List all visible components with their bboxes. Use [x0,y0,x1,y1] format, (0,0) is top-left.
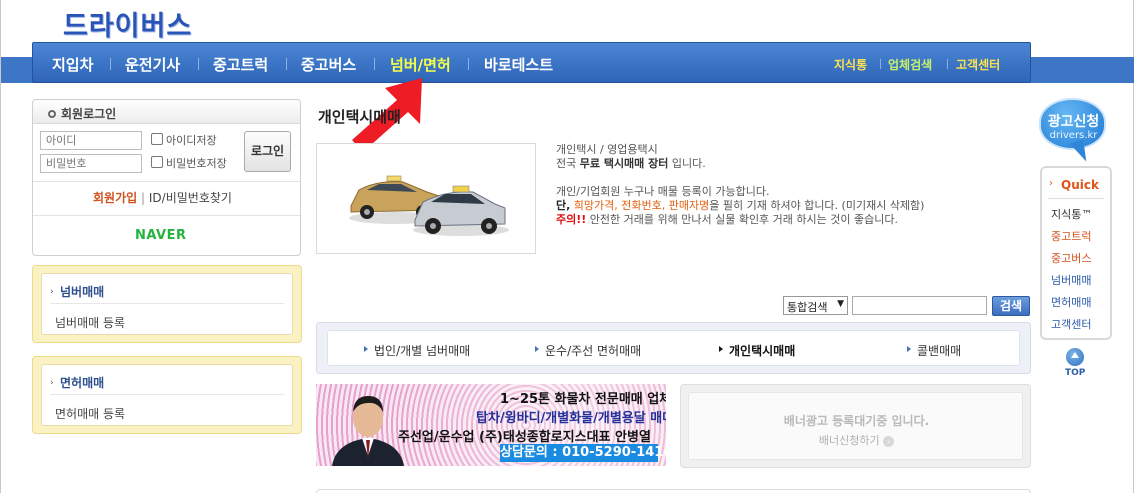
quick-item-knowledge[interactable]: 지식통™ [1051,206,1092,222]
search-input[interactable] [852,296,987,315]
chevron-right-icon: › [883,436,895,447]
nav-divider [286,58,287,70]
taxi-cars-icon [349,175,509,236]
tab-number-trade[interactable]: 법인/개별 넘버매매 [364,342,470,359]
license-trade-title[interactable]: 면허매매 [60,374,104,391]
quick-item-license[interactable]: 면허매매 [1051,294,1091,310]
nav-divider [198,58,199,70]
banner-line-1: 1~25톤 화물차 전문매매 업체 [500,392,666,407]
quick-item-used-truck[interactable]: 중고트럭 [1051,228,1091,244]
advert-banner[interactable]: 1~25톤 화물차 전문매매 업체 탑차/윙바디/개별화물/개별용달 매매 주선… [316,384,666,466]
nav-divider [110,58,111,70]
nav-divider [947,59,948,69]
divider [33,181,300,182]
join-link[interactable]: 회원가입 [93,191,137,205]
number-trade-box: › 넘버매매 넘버매매 등록 [32,265,302,343]
ad-placeholder-box: 배너광고 등록대기중 입니다. 배너신청하기 › [680,384,1031,468]
triangle-bullet-icon [719,346,723,352]
scroll-top-icon[interactable] [1066,348,1084,366]
quick-item-number[interactable]: 넘버매매 [1051,272,1091,288]
ad-waiting-text: 배너광고 등록대기중 입니다. [783,414,930,428]
search-type-select[interactable]: 통합검색 ▼ [783,296,848,315]
nav-right-customer-center[interactable]: 고객센터 [956,56,1000,73]
divider [50,303,284,304]
save-id-label: 아이디저장 [166,134,217,147]
save-pw-checkbox[interactable] [151,156,163,168]
site-logo[interactable]: 드라이버스 [63,4,192,43]
main-nav: 지입차 운전기사 중고트럭 중고버스 넘버/면허 바로테스트 지식통 업체검색 … [32,42,1031,83]
number-trade-register-link[interactable]: 넘버매매 등록 [55,314,125,331]
triangle-bullet-icon [364,346,368,352]
desc-line-2: 전국 무료 택시매매 장터 입니다. [556,157,706,170]
naver-logo[interactable]: NAVER [135,228,187,243]
nav-item-number-license[interactable]: 넘버/면허 [390,54,451,75]
category-tabs: 법인/개별 넘버매매 운수/주선 면허매매 개인택시매매 콜밴매매 [316,322,1031,374]
link-separator: | [141,191,146,205]
login-title: 회원로그인 [61,107,117,121]
taxi-description: 개인택시 / 영업용택시 전국 무료 택시매매 장터 입니다. 개인/기업회원 … [556,143,924,227]
license-trade-register-link[interactable]: 면허매매 등록 [55,405,125,422]
triangle-bullet-icon [907,346,911,352]
chevron-right-icon: › [50,287,54,297]
tab-license-trade[interactable]: 운수/주선 면허매매 [535,342,641,359]
divider [33,215,300,216]
content-bottom-box [316,489,1031,493]
login-box: 회원로그인 아이디저장 비밀번호저장 로그인 회원가입 | ID/비밀번호찾기 … [32,99,301,256]
banner-line-2: 탑차/윙바디/개별화물/개별용달 매매 [476,411,666,426]
quick-item-customer-center[interactable]: 고객센터 [1051,316,1091,332]
password-input[interactable] [40,154,142,173]
taxi-image [316,143,536,254]
search-button[interactable]: 검색 [992,296,1030,316]
banner-phone: 상담문의 : 010-5290-1414 [500,444,666,462]
ad-apply-domain: drivers.kr [1049,130,1098,141]
banner-line-3: 주선업/운수업 (주)태성종합로지스대표 안병열 [398,430,651,445]
nav-divider [880,59,881,69]
user-id-input[interactable] [40,131,142,150]
quick-menu: › Quick 지식통™ 중고트럭 중고버스 넘버매매 면허매매 고객센터 [1040,166,1112,340]
login-links: 회원가입 | ID/비밀번호찾기 [93,189,232,206]
nav-item-driver[interactable]: 운전기사 [125,54,180,75]
circle-bullet-icon [48,110,56,118]
desc-line-4: 단, 희망가격, 전화번호, 판매자명을 필히 기재 하셔야 합니다. (미기재… [556,199,925,212]
ad-apply-title: 광고신청 [1047,114,1100,130]
nav-divider [468,58,469,70]
save-pw-label: 비밀번호저장 [166,157,227,170]
login-header: 회원로그인 [33,100,300,124]
nav-divider [374,58,375,70]
nav-right-company-search[interactable]: 업체검색 [888,56,932,73]
find-id-link[interactable]: ID/비밀번호찾기 [149,191,232,205]
desc-line-1: 개인택시 / 영업용택시 [556,143,658,156]
nav-item-baro-test[interactable]: 바로테스트 [484,54,553,75]
ad-apply-link[interactable]: 배너신청하기 › [689,432,1024,448]
chevron-right-icon: › [50,378,54,388]
tab-callvan[interactable]: 콜밴매매 [907,342,961,359]
tab-personal-taxi[interactable]: 개인택시매매 [719,342,795,359]
number-trade-title[interactable]: 넘버매매 [60,283,104,300]
desc-line-3: 개인/기업회원 누구나 매물 등록이 가능합니다. [556,185,770,198]
nav-item-used-bus[interactable]: 중고버스 [301,54,356,75]
nav-item-jiipcha[interactable]: 지입차 [52,54,93,75]
person-photo-icon [332,396,404,466]
login-button[interactable]: 로그인 [244,131,291,172]
quick-item-used-bus[interactable]: 중고버스 [1051,250,1091,266]
divider [1048,198,1104,199]
desc-line-5: 주의!! 안전한 거래를 위해 만나서 실물 확인후 거래 하시는 것이 좋습니… [556,213,898,226]
scroll-top-label[interactable]: TOP [1065,368,1085,378]
chevron-right-icon: › [1049,178,1053,189]
license-trade-box: › 면허매매 면허매매 등록 [32,356,302,434]
nav-item-used-truck[interactable]: 중고트럭 [213,54,268,75]
quick-title: Quick [1061,178,1099,192]
triangle-bullet-icon [535,346,539,352]
divider [50,394,284,395]
nav-right-knowledge[interactable]: 지식통 [834,56,867,73]
page-title: 개인택시매매 [318,108,401,126]
chevron-down-icon: ▼ [837,299,844,309]
save-id-checkbox[interactable] [151,133,163,145]
